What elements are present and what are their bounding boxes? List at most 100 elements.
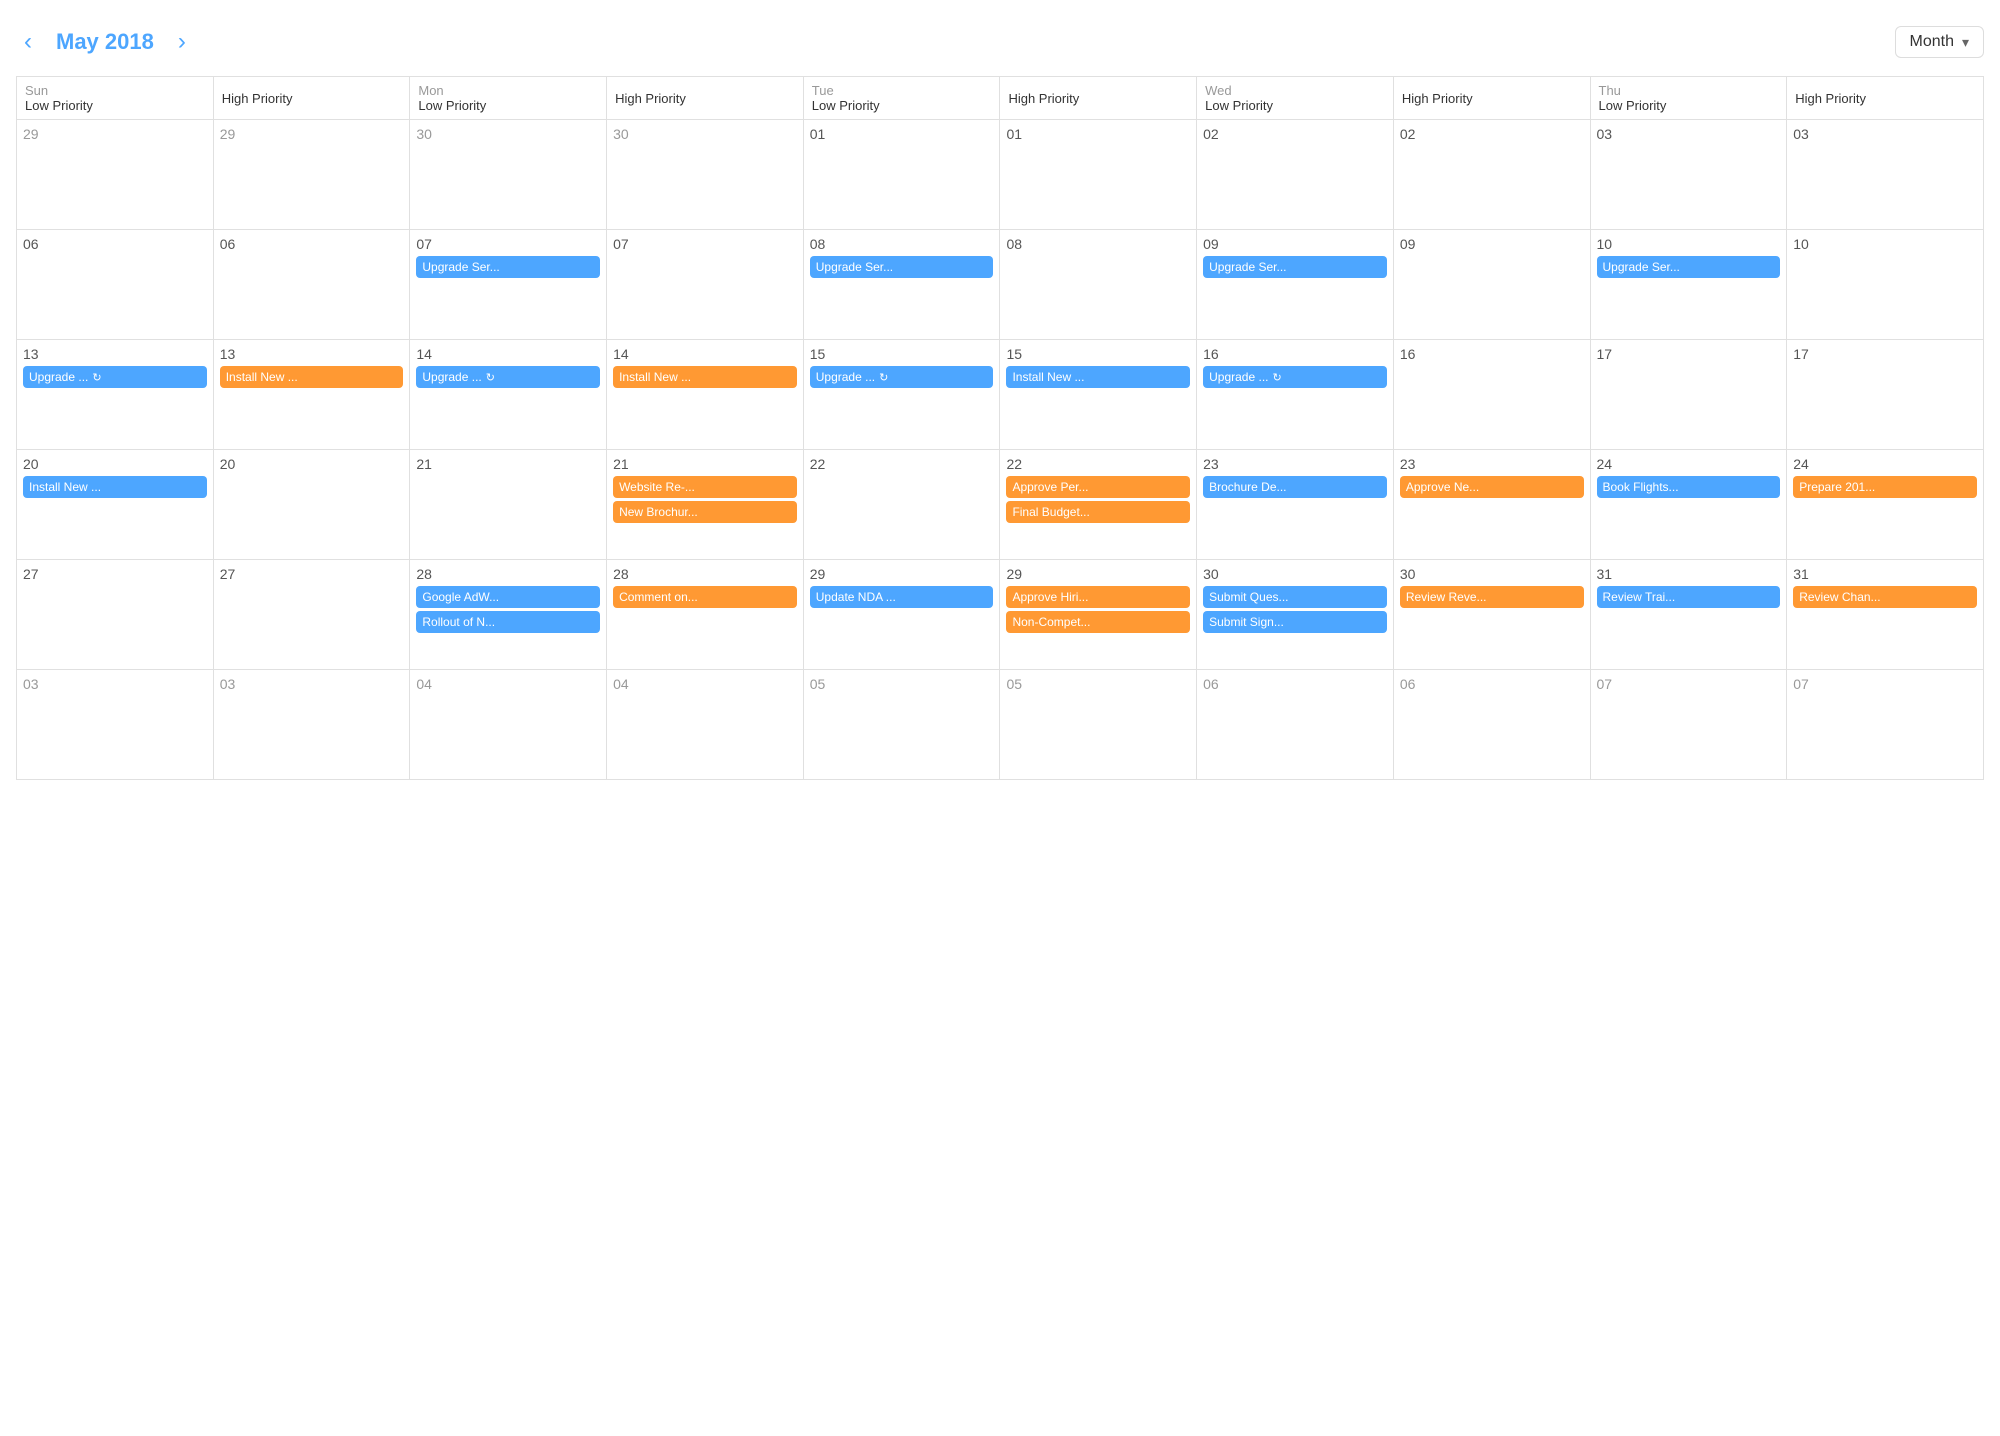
calendar-cell: 04 <box>410 670 607 780</box>
event-label: Upgrade ... <box>816 370 875 384</box>
date-number: 23 <box>1203 456 1387 472</box>
calendar-event[interactable]: Upgrade Ser... <box>810 256 994 278</box>
calendar-event[interactable]: Review Chan... <box>1793 586 1977 608</box>
calendar-cell: 16 <box>1393 340 1590 450</box>
calendar-cell: 15 Upgrade ...↻ <box>803 340 1000 450</box>
date-number: 29 <box>220 126 404 142</box>
col-mon-low: Mon Low Priority <box>410 77 607 120</box>
header-left: ‹ May 2018 › <box>16 24 194 60</box>
calendar-event[interactable]: Upgrade ...↻ <box>1203 366 1387 388</box>
calendar-cell: 14Upgrade ...↻ <box>410 340 607 450</box>
date-number: 09 <box>1203 236 1387 252</box>
calendar-event[interactable]: Submit Sign... <box>1203 611 1387 633</box>
date-number: 30 <box>1203 566 1387 582</box>
calendar-cell: 01 <box>1000 120 1197 230</box>
date-number: 07 <box>1793 676 1977 692</box>
calendar-event[interactable]: Upgrade Ser... <box>416 256 600 278</box>
calendar-event[interactable]: Submit Ques... <box>1203 586 1387 608</box>
calendar-cell: 03 <box>1590 120 1787 230</box>
calendar-event[interactable]: Non-Compet... <box>1006 611 1190 633</box>
calendar-event[interactable]: Upgrade Ser... <box>1203 256 1387 278</box>
calendar-event[interactable]: Install New ... <box>23 476 207 498</box>
calendar-event[interactable]: Review Trai... <box>1597 586 1781 608</box>
calendar-event[interactable]: Install New ... <box>613 366 797 388</box>
date-number: 27 <box>23 566 207 582</box>
event-label: Upgrade Ser... <box>816 260 893 274</box>
priority-wed-low: Low Priority <box>1205 98 1385 113</box>
calendar-event[interactable]: Approve Hiri... <box>1006 586 1190 608</box>
calendar-cell: 28Comment on... <box>607 560 804 670</box>
view-selector[interactable]: Month ▾ <box>1895 26 1985 58</box>
calendar-cell: 09 <box>1393 230 1590 340</box>
calendar-cell: 06 <box>1393 670 1590 780</box>
calendar-event[interactable]: Comment on... <box>613 586 797 608</box>
date-number: 04 <box>416 676 600 692</box>
day-name-tue: Tue <box>812 83 992 98</box>
event-label: Prepare 201... <box>1799 480 1875 494</box>
chevron-down-icon: ▾ <box>1962 34 1969 51</box>
event-label: Upgrade ... <box>422 370 481 384</box>
calendar-event[interactable]: Final Budget... <box>1006 501 1190 523</box>
calendar-event[interactable]: Approve Per... <box>1006 476 1190 498</box>
event-label: Brochure De... <box>1209 480 1286 494</box>
calendar-cell: 29Update NDA ... <box>803 560 1000 670</box>
date-number: 29 <box>1006 566 1190 582</box>
refresh-icon: ↻ <box>1273 371 1282 384</box>
refresh-icon: ↻ <box>92 371 101 384</box>
date-number: 06 <box>1203 676 1387 692</box>
calendar-cell: 24 Book Flights... <box>1590 450 1787 560</box>
date-number: 24 <box>1793 456 1977 472</box>
day-name-thu: Thu <box>1599 83 1779 98</box>
event-label: Book Flights... <box>1603 480 1679 494</box>
calendar-cell: 05 <box>1000 670 1197 780</box>
date-number: 14 <box>613 346 797 362</box>
calendar-event[interactable]: Upgrade ...↻ <box>810 366 994 388</box>
priority-wed-high: High Priority <box>1402 91 1582 106</box>
calendar-cell: 17 <box>1590 340 1787 450</box>
calendar-cell: 03 <box>17 670 214 780</box>
calendar-event[interactable]: New Brochur... <box>613 501 797 523</box>
calendar-wrapper: ‹ May 2018 › Month ▾ Sun Low Priority <box>0 0 2000 1436</box>
event-label: Non-Compet... <box>1012 615 1090 629</box>
date-number: 17 <box>1597 346 1781 362</box>
event-label: Upgrade Ser... <box>1209 260 1286 274</box>
calendar-event[interactable]: Install New ... <box>1006 366 1190 388</box>
priority-thu-high: High Priority <box>1795 91 1975 106</box>
date-number: 04 <box>613 676 797 692</box>
calendar-event[interactable]: Approve Ne... <box>1400 476 1584 498</box>
next-icon: › <box>178 28 186 56</box>
priority-tue-low: Low Priority <box>812 98 992 113</box>
calendar-event[interactable]: Update NDA ... <box>810 586 994 608</box>
calendar-cell: 02 <box>1197 120 1394 230</box>
calendar-event[interactable]: Prepare 201... <box>1793 476 1977 498</box>
calendar-event[interactable]: Review Reve... <box>1400 586 1584 608</box>
week-row-1: 060607Upgrade Ser...0708Upgrade Ser...08… <box>17 230 1984 340</box>
calendar-event[interactable]: Brochure De... <box>1203 476 1387 498</box>
col-tue-low: Tue Low Priority <box>803 77 1000 120</box>
calendar-cell: 03 <box>213 670 410 780</box>
event-label: Google AdW... <box>422 590 499 604</box>
calendar-event[interactable]: Upgrade ...↻ <box>23 366 207 388</box>
calendar-cell: 30Review Reve... <box>1393 560 1590 670</box>
date-number: 06 <box>23 236 207 252</box>
date-number: 07 <box>1597 676 1781 692</box>
date-number: 24 <box>1597 456 1781 472</box>
calendar-cell: 07 <box>1590 670 1787 780</box>
calendar-event[interactable]: Google AdW... <box>416 586 600 608</box>
calendar-event[interactable]: Website Re-... <box>613 476 797 498</box>
calendar-event[interactable]: Rollout of N... <box>416 611 600 633</box>
col-mon-high: High Priority <box>607 77 804 120</box>
date-number: 05 <box>810 676 994 692</box>
event-label: Rollout of N... <box>422 615 495 629</box>
prev-month-button[interactable]: ‹ <box>16 24 40 60</box>
calendar-event[interactable]: Upgrade Ser... <box>1597 256 1781 278</box>
next-month-button[interactable]: › <box>170 24 194 60</box>
calendar-cell: 29 <box>213 120 410 230</box>
date-number: 15 <box>810 346 994 362</box>
calendar-cell: 20 <box>213 450 410 560</box>
week-row-2: 13Upgrade ...↻13Install New ...14Upgrade… <box>17 340 1984 450</box>
calendar-event[interactable]: Book Flights... <box>1597 476 1781 498</box>
calendar-event[interactable]: Upgrade ...↻ <box>416 366 600 388</box>
calendar-event[interactable]: Install New ... <box>220 366 404 388</box>
week-row-0: 29293030010102020303 <box>17 120 1984 230</box>
